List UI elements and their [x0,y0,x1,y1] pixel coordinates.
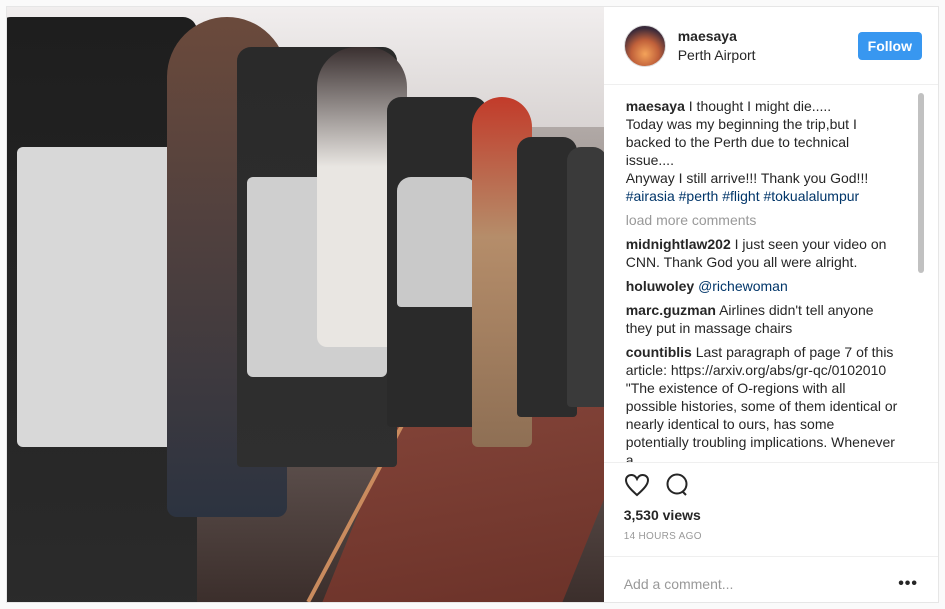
more-options-icon[interactable]: ••• [898,575,918,593]
comment-text[interactable]: @richewoman [698,278,788,294]
post-card: maesaya Perth Airport Follow maesaya I t… [6,6,939,603]
view-count[interactable]: 3,530 views [624,507,918,523]
post-timestamp[interactable]: 14 HOURS AGO [624,531,918,542]
post-video[interactable] [7,7,604,602]
caption-hashtags[interactable]: #airasia #perth #flight #tokualalumpur [626,188,859,204]
comment: marc.guzman Airlines didn't tell anyone … [626,301,898,337]
avatar[interactable] [623,24,666,67]
comment-icon[interactable] [664,473,690,502]
seat-back [17,147,187,447]
caption-line: Today was my beginning the trip,but I ba… [625,116,857,168]
follow-button[interactable]: Follow [857,31,922,60]
heart-icon[interactable] [624,473,650,502]
comments-list[interactable]: maesaya I thought I might die..... Today… [604,85,938,462]
caption-username[interactable]: maesaya [626,98,685,114]
comment-text: Last paragraph of page 7 of this article… [625,344,898,462]
load-more-comments[interactable]: load more comments [626,211,898,229]
comment-username[interactable]: marc.guzman [626,302,716,318]
post-header: maesaya Perth Airport Follow [603,7,938,85]
comment-username[interactable]: countiblis [626,344,692,360]
comment: midnightlaw202 I just seen your video on… [626,235,898,271]
comment: holuwoley @richewoman [626,277,898,295]
comments-scrollbar[interactable] [918,93,924,273]
seat-back [397,177,477,307]
author-username[interactable]: maesaya [678,27,858,46]
action-icons [624,471,918,503]
seat-back [567,147,604,407]
comment: countiblis Last paragraph of page 7 of t… [626,343,898,462]
caption: maesaya I thought I might die..... Today… [626,97,898,205]
author-info: maesaya Perth Airport [678,27,858,65]
post-sidebar: maesaya Perth Airport Follow maesaya I t… [603,7,938,602]
post-actions: 3,530 views 14 HOURS AGO Add a comment..… [603,462,938,602]
caption-line: I thought I might die..... [688,98,832,114]
add-comment-row: Add a comment... ••• [603,556,938,593]
add-comment-input[interactable]: Add a comment... [624,576,734,592]
comment-username[interactable]: holuwoley [626,278,694,294]
post-location[interactable]: Perth Airport [678,46,858,65]
caption-line: Anyway I still arrive!!! Thank you God!!… [625,170,869,186]
comment-username[interactable]: midnightlaw202 [626,236,731,252]
